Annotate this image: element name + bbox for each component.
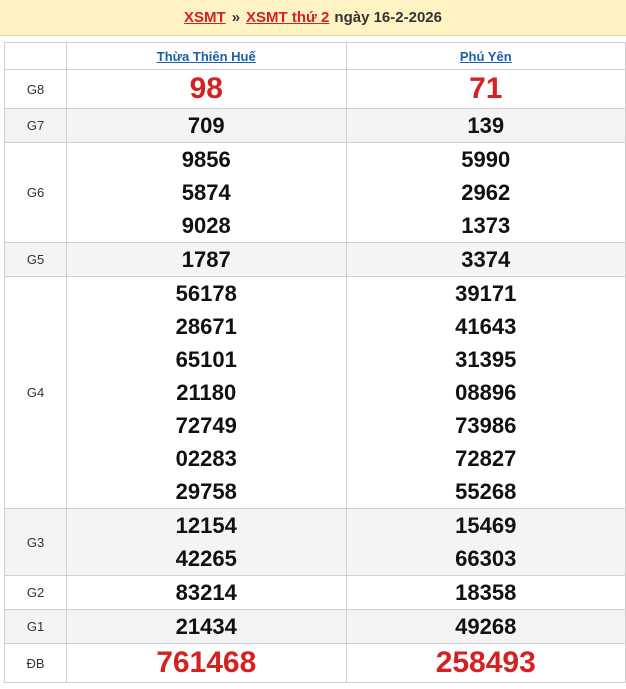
result-number: 65101	[175, 347, 237, 372]
result-number: 9028	[181, 213, 231, 238]
result-number: 18358	[455, 580, 517, 605]
xsmt-thu2-link[interactable]: XSMT thứ 2	[246, 9, 329, 26]
result-cell-hue: 21434	[66, 609, 347, 644]
result-cell-hue: 1787	[66, 242, 347, 277]
prize-label: G7	[4, 108, 67, 143]
breadcrumb-header: XSMT » XSMT thứ 2 ngày 16-2-2026	[0, 0, 626, 36]
prize-row: G8 98 71	[4, 69, 626, 109]
highlight-number: 761468	[156, 646, 257, 679]
prize-row: ĐB 761468 258493	[4, 643, 626, 683]
result-cell-phu-yen: 49268	[345, 609, 626, 644]
result-number: 39171	[455, 281, 517, 306]
result-number: 73986	[455, 413, 517, 438]
highlight-number: 98	[189, 72, 223, 105]
result-number: 9856	[181, 147, 231, 172]
breadcrumb-separator: »	[231, 9, 241, 26]
result-cell-phu-yen: 139	[345, 108, 626, 143]
result-cell-phu-yen: 3374	[345, 242, 626, 277]
highlight-number: 258493	[435, 646, 536, 679]
province-header-phu-yen: Phú Yên	[345, 42, 626, 70]
prize-label: G2	[4, 575, 67, 610]
result-cell-phu-yen: 258493	[345, 643, 626, 683]
result-number: 83214	[175, 580, 237, 605]
result-cell-hue: 83214	[66, 575, 347, 610]
result-number: 12154	[175, 513, 237, 538]
result-cell-phu-yen: 15469 66303	[345, 508, 626, 576]
result-cell-hue: 98	[66, 69, 347, 109]
result-cell-phu-yen: 5990 2962 1373	[345, 142, 626, 243]
province-link-phu-yen[interactable]: Phú Yên	[460, 49, 512, 64]
result-number: 72749	[175, 413, 237, 438]
result-cell-phu-yen: 18358	[345, 575, 626, 610]
result-number: 41643	[455, 314, 517, 339]
result-number: 5990	[461, 147, 511, 172]
highlight-number: 71	[469, 72, 503, 105]
result-cell-hue: 12154 42265	[66, 508, 347, 576]
result-cell-hue: 761468	[66, 643, 347, 683]
result-cell-hue: 56178 28671 65101 21180 72749 02283 29758	[66, 276, 347, 509]
prize-row: G1 21434 49268	[4, 609, 626, 644]
result-number: 02283	[175, 446, 237, 471]
result-number: 28671	[175, 314, 237, 339]
province-header-hue: Thừa Thiên Huế	[66, 42, 347, 70]
prize-row: G3 12154 42265 15469 66303	[4, 508, 626, 576]
result-number: 72827	[455, 446, 517, 471]
result-cell-phu-yen: 71	[345, 69, 626, 109]
result-number: 56178	[175, 281, 237, 306]
result-number: 08896	[455, 380, 517, 405]
result-number: 66303	[455, 546, 517, 571]
xsmt-link[interactable]: XSMT	[184, 9, 226, 26]
prize-label: ĐB	[4, 643, 67, 683]
result-number: 21180	[176, 380, 237, 405]
prize-row: G5 1787 3374	[4, 242, 626, 277]
province-link-hue[interactable]: Thừa Thiên Huế	[157, 49, 256, 64]
prize-row: G6 9856 5874 9028 5990 2962 1373	[4, 142, 626, 243]
prize-row: G7 709 139	[4, 108, 626, 143]
result-number: 49268	[455, 614, 517, 639]
result-number: 709	[187, 113, 225, 138]
result-cell-hue: 709	[66, 108, 347, 143]
results-body: G8 98 71 G7 709 139 G6 9856 5874 9028 5990 2962 1373…	[4, 69, 626, 683]
prize-row: G4 56178 28671 65101 21180 72749 02283 29758 391…	[4, 276, 626, 509]
prize-label: G3	[4, 508, 67, 576]
prize-label: G5	[4, 242, 67, 277]
prize-label: G8	[4, 69, 67, 109]
table-header-row: Thừa Thiên Huế Phú Yên	[4, 42, 626, 70]
result-number: 1373	[461, 213, 511, 238]
result-number: 1787	[181, 247, 231, 272]
result-number: 42265	[175, 546, 237, 571]
result-number: 21434	[175, 614, 237, 639]
prize-label: G6	[4, 142, 67, 243]
result-number: 2962	[461, 180, 511, 205]
prize-row: G2 83214 18358	[4, 575, 626, 610]
result-number: 29758	[175, 479, 237, 504]
prize-column-header	[4, 42, 67, 70]
result-number: 139	[467, 113, 505, 138]
result-number: 55268	[455, 479, 517, 504]
result-cell-phu-yen: 39171 41643 31395 08896 73986 72827 55268	[345, 276, 626, 509]
result-number: 3374	[461, 247, 511, 272]
result-number: 15469	[455, 513, 517, 538]
results-table: Thừa Thiên Huế Phú Yên G8 98 71 G7 709 139 G6 9…	[4, 42, 626, 683]
result-number: 31395	[455, 347, 517, 372]
prize-label: G4	[4, 276, 67, 509]
result-number: 5874	[181, 180, 231, 205]
result-cell-hue: 9856 5874 9028	[66, 142, 347, 243]
prize-label: G1	[4, 609, 67, 644]
draw-date: ngày 16-2-2026	[334, 9, 442, 26]
